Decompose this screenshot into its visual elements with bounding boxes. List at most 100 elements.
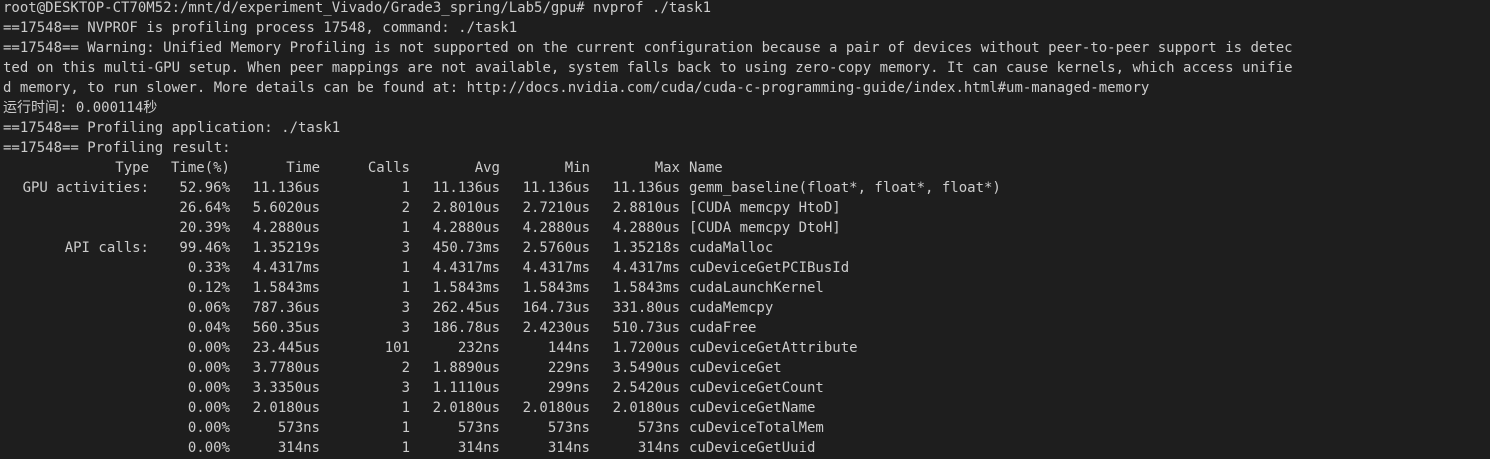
cell-time-pct: 0.00% [187, 340, 230, 356]
cell-calls: 3 [401, 240, 410, 256]
table-row: 20.39% 4.2880us 1 4.2880us 4.2880us 4.2880us [… [3, 218, 1490, 238]
cell-avg: 314ns [457, 440, 500, 456]
cell-min: 314ns [547, 440, 590, 456]
cell-time-pct: 0.12% [187, 280, 230, 296]
cell-max: 1.35218s [612, 240, 680, 256]
cell-time-pct: 52.96% [179, 180, 230, 196]
cell-max: 4.2880us [612, 220, 680, 236]
cell-max: 1.7200us [612, 340, 680, 356]
cell-calls: 2 [401, 200, 410, 216]
cell-max: 11.136us [612, 180, 680, 196]
cell-calls: 101 [384, 340, 410, 356]
cell-time: 11.136us [252, 180, 320, 196]
cell-type: API calls: [64, 240, 149, 256]
cell-type [3, 358, 149, 378]
header-min: Min [564, 160, 590, 176]
cell-avg: 1.8890us [432, 360, 500, 376]
cell-calls: 1 [401, 220, 410, 236]
cell-min: 164.73us [522, 300, 590, 316]
header-name: Name [689, 160, 723, 176]
cell-time: 4.4317ms [252, 260, 320, 276]
cell-avg: 186.78us [432, 320, 500, 336]
cell-name: cuDeviceGetName [689, 400, 816, 416]
table-row: 0.12% 1.5843ms 1 1.5843ms 1.5843ms 1.5843ms cu… [3, 278, 1490, 298]
cell-type [3, 258, 149, 278]
table-row: 0.00% 573ns 1 573ns 573ns 573ns cuDeviceTotalM… [3, 418, 1490, 438]
output-line: ==17548== Profiling result: [3, 140, 231, 156]
header-avg: Avg [474, 160, 500, 176]
cell-type [3, 378, 149, 398]
table-row: 26.64% 5.6020us 2 2.8010us 2.7210us 2.8810us [… [3, 198, 1490, 218]
cell-min: 229ns [547, 360, 590, 376]
cell-max: 4.4317ms [612, 260, 680, 276]
profile-table-body: GPU activities: 52.96% 11.136us 1 11.136us 11… [3, 178, 1490, 458]
cell-time-pct: 99.46% [179, 240, 230, 256]
cell-min: 1.5843ms [522, 280, 590, 296]
cell-time: 573ns [277, 420, 320, 436]
cell-time: 5.6020us [252, 200, 320, 216]
profile-table-header: Type Time(%) Time Calls Avg Min Max Name [3, 158, 1490, 178]
cell-min: 573ns [547, 420, 590, 436]
table-row: 0.04% 560.35us 3 186.78us 2.4230us 510.73us cu… [3, 318, 1490, 338]
cell-name: cudaMalloc [689, 240, 774, 256]
header-max: Max [654, 160, 680, 176]
cell-name: cuDeviceGetAttribute [689, 340, 858, 356]
cell-time-pct: 0.06% [187, 300, 230, 316]
cell-name: cudaMemcpy [689, 300, 774, 316]
cell-time-pct: 20.39% [179, 220, 230, 236]
cell-calls: 1 [401, 280, 410, 296]
cell-type [3, 418, 149, 438]
cell-avg: 1.5843ms [432, 280, 500, 296]
cell-min: 2.5760us [522, 240, 590, 256]
cell-name: cuDeviceGetCount [689, 380, 824, 396]
cell-avg: 232ns [457, 340, 500, 356]
cell-time-pct: 0.33% [187, 260, 230, 276]
table-row: 0.00% 2.0180us 1 2.0180us 2.0180us 2.0180us cu… [3, 398, 1490, 418]
cell-avg: 2.0180us [432, 400, 500, 416]
cell-calls: 3 [401, 300, 410, 316]
terminal-window[interactable]: root@DESKTOP-CT70M52:/mnt/d/experiment_V… [0, 0, 1490, 457]
cell-max: 314ns [637, 440, 680, 456]
cell-calls: 1 [401, 260, 410, 276]
table-row: 0.00% 23.445us 101 232ns 144ns 1.7200us cuDevi… [3, 338, 1490, 358]
header-type: Type [115, 160, 149, 176]
cell-calls: 1 [401, 420, 410, 436]
cell-time-pct: 26.64% [179, 200, 230, 216]
cell-min: 299ns [547, 380, 590, 396]
cell-name: cudaFree [689, 320, 757, 336]
cell-max: 331.80us [612, 300, 680, 316]
cell-avg: 573ns [457, 420, 500, 436]
cell-min: 2.7210us [522, 200, 590, 216]
cell-min: 2.4230us [522, 320, 590, 336]
cell-time-pct: 0.00% [187, 380, 230, 396]
cell-min: 11.136us [522, 180, 590, 196]
table-row: API calls: 99.46% 1.35219s 3 450.73ms 2.5760u… [3, 238, 1490, 258]
cell-max: 573ns [637, 420, 680, 436]
cell-time: 1.5843ms [252, 280, 320, 296]
cell-avg: 2.8010us [432, 200, 500, 216]
cell-name: [CUDA memcpy HtoD] [689, 200, 841, 216]
cell-min: 4.4317ms [522, 260, 590, 276]
cell-max: 510.73us [612, 320, 680, 336]
cell-type [3, 298, 149, 318]
cell-max: 3.5490us [612, 360, 680, 376]
cell-avg: 4.4317ms [432, 260, 500, 276]
cell-name: cuDeviceTotalMem [689, 420, 824, 436]
output-line: ted on this multi-GPU setup. When peer m… [3, 60, 1293, 76]
cell-calls: 2 [401, 360, 410, 376]
cell-max: 2.5420us [612, 380, 680, 396]
cell-time-pct: 0.00% [187, 360, 230, 376]
cell-time: 787.36us [252, 300, 320, 316]
cell-min: 144ns [547, 340, 590, 356]
cell-time: 560.35us [252, 320, 320, 336]
cell-type: GPU activities: [22, 180, 149, 196]
cell-max: 1.5843ms [612, 280, 680, 296]
cell-name: cuDeviceGetPCIBusId [689, 260, 850, 276]
cell-time: 3.3350us [252, 380, 320, 396]
output-line: d memory, to run slower. More details ca… [3, 80, 1150, 96]
cell-type [3, 338, 149, 358]
cell-time: 2.0180us [252, 400, 320, 416]
cell-time: 3.7780us [252, 360, 320, 376]
output-line: ==17548== Profiling application: ./task1 [3, 120, 341, 136]
table-row: 0.00% 3.7780us 2 1.8890us 229ns 3.5490us cuDev… [3, 358, 1490, 378]
